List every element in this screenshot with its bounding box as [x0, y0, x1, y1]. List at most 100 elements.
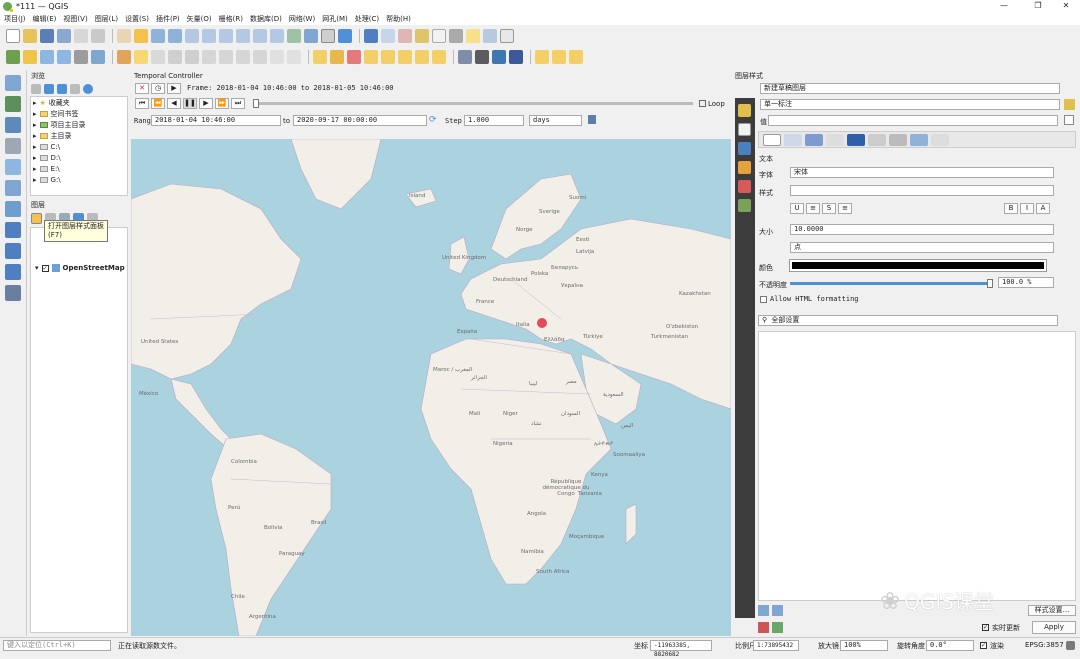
- menu-processing[interactable]: 处理(C): [355, 14, 379, 24]
- processing-icon[interactable]: [475, 50, 489, 64]
- temporal-off-button[interactable]: ✕: [135, 82, 149, 94]
- labels-abc-icon[interactable]: [738, 123, 751, 136]
- add-postgis-icon[interactable]: [5, 201, 21, 217]
- apply-button[interactable]: Apply: [1032, 621, 1076, 634]
- select-by-value-icon[interactable]: [552, 50, 566, 64]
- symbology-icon[interactable]: [738, 104, 751, 117]
- zoom-native-icon[interactable]: [236, 29, 250, 43]
- bold-button[interactable]: B: [1004, 203, 1018, 214]
- range-start-input[interactable]: 2018-01-04 10:46:00: [151, 115, 281, 126]
- menu-mesh[interactable]: 网孔(M): [322, 14, 348, 24]
- add-raster-icon[interactable]: [5, 96, 21, 112]
- expression-icon[interactable]: [1064, 115, 1074, 125]
- zoom-layer-icon[interactable]: [219, 29, 233, 43]
- opacity-slider-handle[interactable]: [987, 279, 993, 288]
- tab-rendering-icon[interactable]: [931, 133, 949, 146]
- loop-checkbox[interactable]: [699, 100, 706, 107]
- italic-button[interactable]: I: [1020, 203, 1034, 214]
- fixed-range-button[interactable]: ◷: [151, 82, 165, 94]
- style-menu-icon[interactable]: [1064, 99, 1075, 110]
- save-project-icon[interactable]: [40, 29, 54, 43]
- add-vector-icon[interactable]: [5, 75, 21, 91]
- menu-layer[interactable]: 图层(L): [95, 14, 118, 24]
- menu-view[interactable]: 视图(V): [63, 14, 87, 24]
- history-icon[interactable]: [738, 199, 751, 212]
- renderer-select[interactable]: 单一标注: [760, 99, 1060, 110]
- current-edits-icon[interactable]: [117, 50, 131, 64]
- messages-icon[interactable]: [1066, 641, 1075, 650]
- list-view-icon[interactable]: [758, 605, 769, 616]
- open-layer-styling-icon[interactable]: [31, 212, 42, 224]
- 3d-view-icon[interactable]: [738, 161, 751, 174]
- tree-item-drive-e[interactable]: ▸ E:\: [31, 163, 127, 174]
- data-source-manager-icon[interactable]: [6, 50, 20, 64]
- help-icon[interactable]: [509, 50, 523, 64]
- allcaps-button[interactable]: A: [1036, 203, 1050, 214]
- tab-callouts-icon[interactable]: [889, 133, 907, 146]
- tab-text-icon[interactable]: [763, 133, 781, 146]
- menu-edit[interactable]: 编辑(E): [33, 14, 57, 24]
- range-end-input[interactable]: 2020-09-17 00:00:00: [293, 115, 427, 126]
- tree-item-drive-c[interactable]: ▸ C:\: [31, 141, 127, 152]
- bookmark-icon[interactable]: [304, 29, 318, 43]
- add-delimited-text-icon[interactable]: [5, 138, 21, 154]
- label-toolbar-icon[interactable]: [313, 50, 327, 64]
- pin-label-icon[interactable]: [364, 50, 378, 64]
- refresh-icon[interactable]: [338, 29, 352, 43]
- save-as-icon[interactable]: [57, 29, 71, 43]
- close-button[interactable]: ✕: [1052, 0, 1080, 12]
- undo-icon[interactable]: [270, 50, 284, 64]
- print-layout-icon[interactable]: [74, 29, 88, 43]
- data-defined-strikeout-icon[interactable]: ≡: [838, 203, 852, 214]
- vertex-tool-icon[interactable]: [185, 50, 199, 64]
- style-history-button[interactable]: 样式设置...: [1028, 605, 1076, 616]
- menu-plugins[interactable]: 插件(P): [156, 14, 180, 24]
- digitize-point-icon[interactable]: [168, 50, 182, 64]
- tree-item-drive-g[interactable]: ▸ G:\: [31, 174, 127, 185]
- zoom-full-icon[interactable]: [185, 29, 199, 43]
- maximize-button[interactable]: ❐: [1024, 0, 1052, 12]
- coordinate-input[interactable]: -11963385, 8820682: [650, 640, 712, 658]
- scale-select[interactable]: 1:73895432: [753, 640, 799, 651]
- open-project-icon[interactable]: [23, 29, 37, 43]
- new-map-view-icon[interactable]: [287, 29, 301, 43]
- redo-style-icon[interactable]: [772, 622, 783, 633]
- highlight-label-icon[interactable]: [347, 50, 361, 64]
- tree-item-home[interactable]: ▸ 主目录: [31, 130, 127, 141]
- opacity-input[interactable]: 100.0 %: [998, 277, 1054, 288]
- add-virtual-icon[interactable]: [5, 180, 21, 196]
- menu-database[interactable]: 数据库(D): [250, 14, 282, 24]
- html-formatting-checkbox[interactable]: [760, 296, 767, 303]
- step-unit-select[interactable]: days: [529, 115, 582, 126]
- step-input[interactable]: 1.000: [464, 115, 524, 126]
- locate-icon[interactable]: [483, 29, 497, 43]
- fast-forward-end-button[interactable]: ⏭: [231, 98, 245, 109]
- toggle-editing-icon[interactable]: [134, 50, 148, 64]
- menu-vector[interactable]: 矢量(O): [187, 14, 212, 24]
- menu-web[interactable]: 网络(W): [289, 14, 315, 24]
- locator-input[interactable]: 键入以定位(Ctrl+K): [3, 640, 111, 651]
- tree-item-favorites[interactable]: ▸ ★ 收藏夹: [31, 97, 127, 108]
- menu-raster[interactable]: 栅格(R): [219, 14, 243, 24]
- new-geopackage-icon[interactable]: [23, 50, 37, 64]
- add-mesh-icon[interactable]: [5, 117, 21, 133]
- time-slider[interactable]: [253, 99, 693, 108]
- tab-shadow-icon[interactable]: [868, 133, 886, 146]
- save-edits-icon[interactable]: [151, 50, 165, 64]
- statistics-sigma-icon[interactable]: [432, 29, 446, 43]
- change-label-icon[interactable]: [432, 50, 446, 64]
- collapse-all-icon[interactable]: [70, 83, 80, 94]
- temporal-settings-icon[interactable]: [588, 115, 596, 124]
- refresh-icon[interactable]: [44, 83, 54, 94]
- tab-background-icon[interactable]: [847, 133, 865, 146]
- field-calculator-icon[interactable]: [398, 29, 412, 43]
- expand-arrow-icon[interactable]: ▾: [35, 264, 39, 272]
- rotation-input[interactable]: 0.0°: [926, 640, 974, 651]
- value-expression-input[interactable]: [768, 115, 1058, 126]
- layer-select[interactable]: 新建草稿图层: [760, 83, 1060, 94]
- play-forward-button[interactable]: ▶: [199, 98, 213, 109]
- animated-button[interactable]: ▶: [167, 82, 181, 94]
- add-spatialite-icon[interactable]: [5, 159, 21, 175]
- pause-button[interactable]: ❚❚: [183, 98, 197, 109]
- map-canvas[interactable]: Island Suomi Sverige Norge Eesti Latvija…: [131, 139, 731, 636]
